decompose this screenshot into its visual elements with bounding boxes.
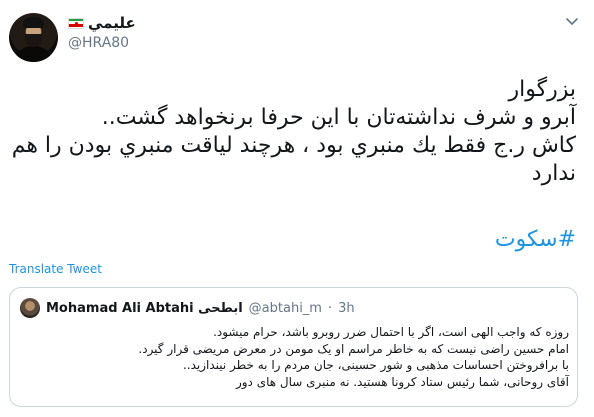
quoted-line: آقای روحانی، شما رئیس ستاد کرونا هستید. … <box>235 374 569 389</box>
quoted-timestamp[interactable]: 3h <box>338 301 355 316</box>
quoted-separator: · <box>327 300 333 316</box>
quoted-text: روزه که واجب الهی است، اگر با احتمال ضرر… <box>20 324 569 390</box>
tweet-card: علیمي @HRA80 بزرگوار آبرو و شرف نداشته‌ت… <box>0 0 594 417</box>
hashtag-link[interactable]: #سکوت <box>10 227 576 252</box>
quoted-line: امام حسین راضی نیست که به خاطر مراسم او … <box>138 341 569 356</box>
translate-tweet-link[interactable]: Translate Tweet <box>9 262 102 276</box>
author-name-row[interactable]: علیمي <box>68 14 136 32</box>
quoted-tweet[interactable]: Mohamad Ali Abtahi ابطحی @abtahi_m · 3h … <box>9 287 578 407</box>
tweet-line: بزرگوار <box>508 77 576 102</box>
tweet-line: آبرو و شرف نداشته‌تان با این حرفا برنخوا… <box>101 105 576 130</box>
tweet-line: ندارد <box>531 161 576 186</box>
quoted-line: با برافروختن احساسات مذهبی و شور حسینی، … <box>182 358 569 372</box>
iran-flag-icon <box>68 17 84 29</box>
quoted-avatar[interactable] <box>20 298 40 318</box>
tweet-line: كاش ر.ج فقط يك منبري بود ، هرچند لياقت م… <box>11 133 576 158</box>
quoted-header: Mohamad Ali Abtahi ابطحی @abtahi_m · 3h <box>20 298 355 318</box>
quoted-line: روزه که واجب الهی است، اگر با احتمال ضرر… <box>213 325 569 339</box>
author-avatar[interactable] <box>9 13 58 62</box>
author-display-name[interactable]: علیمي <box>88 14 136 32</box>
tweet-text: بزرگوار آبرو و شرف نداشته‌تان با این حرف… <box>10 76 576 188</box>
quoted-handle[interactable]: @abtahi_m <box>249 301 322 316</box>
quoted-display-name[interactable]: Mohamad Ali Abtahi ابطحی <box>46 301 243 316</box>
author-handle[interactable]: @HRA80 <box>68 35 129 51</box>
chevron-down-icon[interactable] <box>565 14 579 28</box>
